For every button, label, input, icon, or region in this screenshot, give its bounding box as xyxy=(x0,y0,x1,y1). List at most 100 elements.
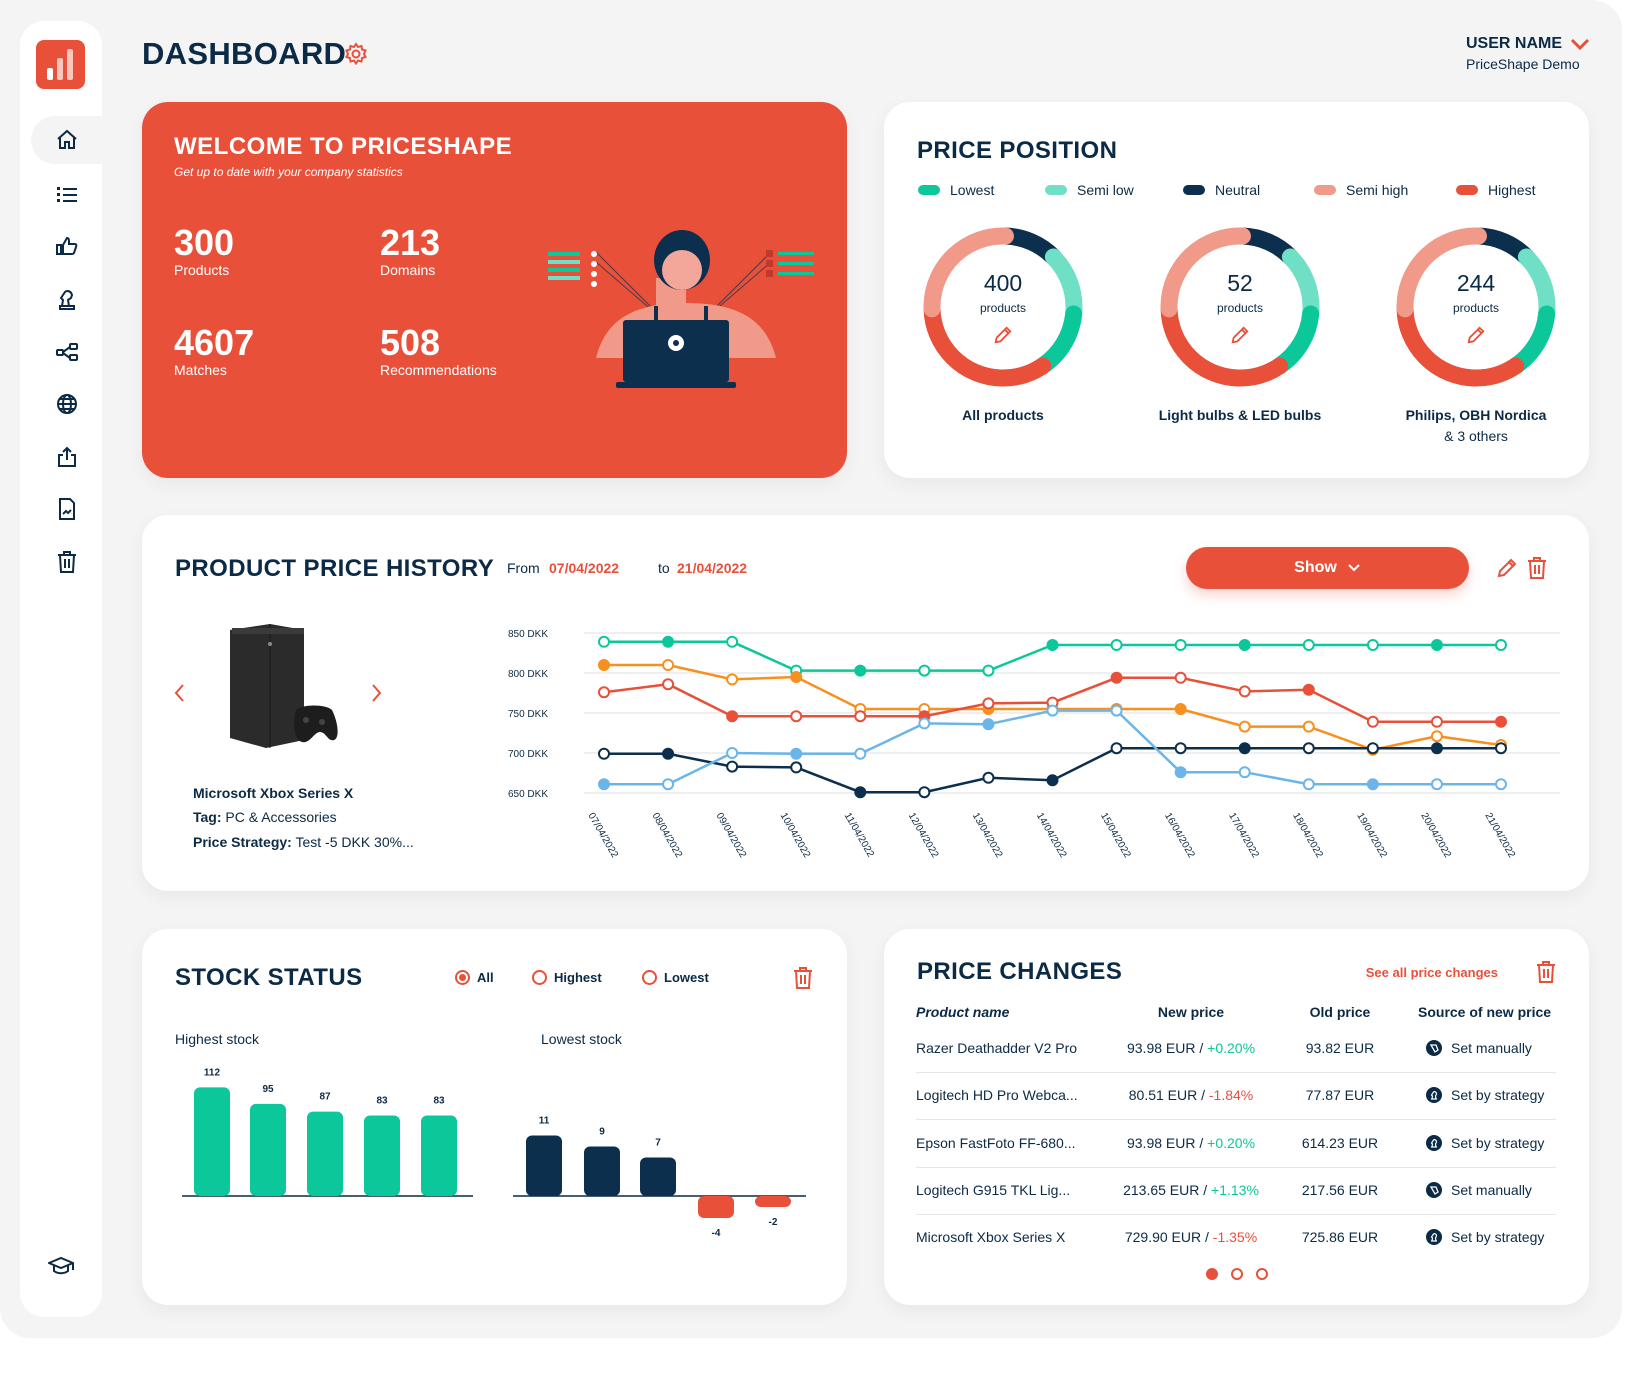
data-point[interactable] xyxy=(1495,639,1507,651)
chevron-down-icon[interactable] xyxy=(1570,37,1590,56)
sidebar-item-list[interactable] xyxy=(31,170,102,218)
data-point[interactable] xyxy=(1302,683,1315,696)
trash-icon[interactable] xyxy=(1536,961,1556,988)
filter-radio-lowest[interactable]: Lowest xyxy=(642,970,709,985)
pagination-dot-3[interactable] xyxy=(1256,1268,1268,1280)
highest-stock-bar[interactable] xyxy=(364,1115,400,1196)
data-point[interactable] xyxy=(790,671,803,683)
row-product-name[interactable]: Logitech G915 TKL Lig... xyxy=(916,1182,1070,1198)
data-point[interactable] xyxy=(1174,639,1187,651)
data-point[interactable] xyxy=(1495,742,1507,755)
pencil-icon[interactable] xyxy=(1496,557,1518,584)
data-point[interactable] xyxy=(726,760,739,773)
data-point[interactable] xyxy=(1046,774,1059,787)
pencil-icon[interactable] xyxy=(1230,325,1250,350)
row-product-name[interactable]: Epson FastFoto FF-680... xyxy=(916,1135,1076,1151)
data-point[interactable] xyxy=(1110,639,1123,651)
show-dropdown-button[interactable]: Show xyxy=(1186,547,1469,589)
data-point[interactable] xyxy=(1430,778,1443,791)
sidebar-item-share-nodes[interactable] xyxy=(31,328,102,376)
data-point[interactable] xyxy=(1495,715,1507,728)
data-point[interactable] xyxy=(598,635,610,648)
gear-icon[interactable] xyxy=(344,42,368,71)
data-point[interactable] xyxy=(1238,766,1251,779)
row-product-name[interactable]: Razer Deathadder V2 Pro xyxy=(916,1040,1077,1056)
lowest-stock-bar[interactable] xyxy=(698,1196,734,1218)
data-point[interactable] xyxy=(918,786,931,799)
from-date[interactable]: 07/04/2022 xyxy=(549,560,619,576)
data-point[interactable] xyxy=(726,673,739,686)
data-point[interactable] xyxy=(1430,730,1443,743)
sidebar-item-home[interactable] xyxy=(31,116,102,164)
data-point[interactable] xyxy=(982,771,995,784)
data-point[interactable] xyxy=(1366,778,1379,791)
previous-product-arrow[interactable] xyxy=(172,682,186,709)
data-point[interactable] xyxy=(598,747,610,760)
pagination-dot-1[interactable] xyxy=(1206,1268,1218,1280)
data-point[interactable] xyxy=(1366,715,1379,728)
data-point[interactable] xyxy=(726,710,739,723)
sidebar-item-report-file[interactable] xyxy=(31,485,102,533)
data-point[interactable] xyxy=(1046,704,1059,717)
data-point[interactable] xyxy=(662,659,675,671)
data-point[interactable] xyxy=(1238,639,1251,651)
trash-icon[interactable] xyxy=(793,967,813,994)
pencil-icon[interactable] xyxy=(993,325,1013,350)
row-product-name[interactable]: Logitech HD Pro Webca... xyxy=(916,1087,1078,1103)
data-point[interactable] xyxy=(1174,703,1187,715)
data-point[interactable] xyxy=(1430,742,1443,755)
data-point[interactable] xyxy=(1366,742,1379,755)
data-point[interactable] xyxy=(662,747,675,760)
data-point[interactable] xyxy=(1110,704,1123,717)
data-point[interactable] xyxy=(1174,742,1187,755)
data-point[interactable] xyxy=(662,778,675,791)
highest-stock-bar[interactable] xyxy=(250,1103,286,1196)
data-point[interactable] xyxy=(854,710,867,723)
sidebar-item-globe[interactable] xyxy=(31,380,102,428)
data-point[interactable] xyxy=(726,747,739,759)
data-point[interactable] xyxy=(1110,671,1123,684)
data-point[interactable] xyxy=(1430,715,1443,728)
data-point[interactable] xyxy=(790,747,803,760)
data-point[interactable] xyxy=(1495,778,1507,791)
graduation-cap-icon[interactable] xyxy=(46,1255,76,1284)
data-point[interactable] xyxy=(790,710,803,723)
to-date[interactable]: 21/04/2022 xyxy=(677,560,747,576)
see-all-price-changes-link[interactable]: See all price changes xyxy=(1366,965,1498,980)
lowest-stock-bar[interactable] xyxy=(526,1135,562,1197)
data-point[interactable] xyxy=(1430,639,1443,651)
data-point[interactable] xyxy=(982,664,995,677)
data-point[interactable] xyxy=(918,717,931,730)
data-point[interactable] xyxy=(854,786,867,799)
lowest-stock-bar[interactable] xyxy=(584,1146,620,1197)
user-name[interactable]: USER NAME xyxy=(1466,35,1562,53)
trash-icon[interactable] xyxy=(1527,557,1547,584)
next-product-arrow[interactable] xyxy=(370,682,384,709)
priceshape-logo[interactable] xyxy=(36,40,85,89)
data-point[interactable] xyxy=(1302,742,1315,755)
data-point[interactable] xyxy=(1302,778,1315,791)
data-point[interactable] xyxy=(1302,639,1315,651)
sidebar-item-trash[interactable] xyxy=(31,538,102,586)
data-point[interactable] xyxy=(598,686,610,699)
data-point[interactable] xyxy=(1110,742,1123,755)
data-point[interactable] xyxy=(1174,671,1187,684)
data-point[interactable] xyxy=(982,718,995,731)
data-point[interactable] xyxy=(662,635,675,648)
data-point[interactable] xyxy=(854,664,867,677)
data-point[interactable] xyxy=(1238,685,1251,698)
data-point[interactable] xyxy=(982,697,995,710)
pencil-icon[interactable] xyxy=(1466,325,1486,350)
lowest-stock-bar[interactable] xyxy=(640,1157,676,1197)
data-point[interactable] xyxy=(662,678,675,691)
data-point[interactable] xyxy=(598,778,610,791)
data-point[interactable] xyxy=(1302,720,1315,733)
data-point[interactable] xyxy=(1366,639,1379,651)
sidebar-item-upload[interactable] xyxy=(31,433,102,481)
data-point[interactable] xyxy=(1238,720,1251,733)
data-point[interactable] xyxy=(1046,639,1059,651)
highest-stock-bar[interactable] xyxy=(307,1111,343,1196)
data-point[interactable] xyxy=(918,664,931,677)
sidebar-item-thumbs-up[interactable] xyxy=(31,222,102,270)
filter-radio-all[interactable]: All xyxy=(455,970,494,985)
